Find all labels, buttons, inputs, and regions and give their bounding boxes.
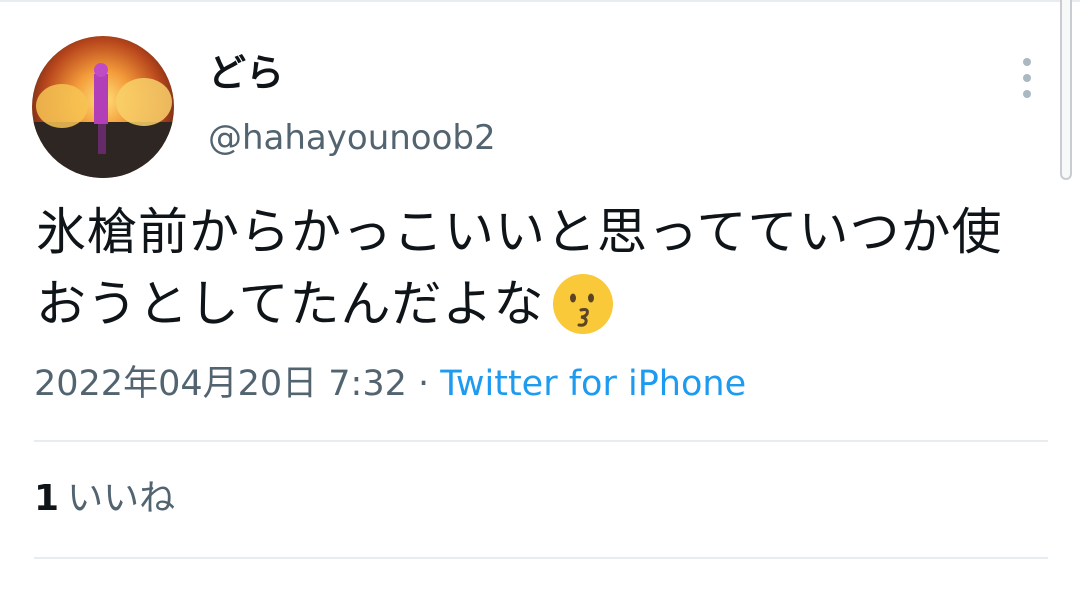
avatar[interactable] [32, 36, 174, 178]
meta-separator: · [418, 364, 430, 404]
scrollbar[interactable] [1060, 0, 1072, 180]
divider-top [34, 440, 1048, 442]
likes-label: いいね [67, 478, 176, 519]
likes-count: 1 [34, 478, 60, 519]
display-name[interactable]: どら [208, 50, 284, 96]
kissing-face-emoji-icon [551, 272, 615, 336]
divider-bottom [34, 557, 1048, 559]
tweet-body: 氷槍前からかっこいいと思ってていつか使おうとしてたんだよな [36, 203, 1003, 333]
tweet-meta: 2022年04月20日 7:32 · Twitter for iPhone [34, 360, 746, 408]
likes-row[interactable]: 1 いいね [34, 474, 175, 524]
tweet-text: 氷槍前からかっこいいと思ってていつか使おうとしてたんだよな [36, 196, 1046, 340]
user-handle[interactable]: @hahayounoob2 [208, 116, 496, 160]
more-options-icon[interactable] [1016, 58, 1038, 98]
top-border [0, 0, 1080, 2]
tweet-source-link[interactable]: Twitter for iPhone [440, 364, 746, 404]
tweet-date[interactable]: 2022年04月20日 7:32 [34, 364, 407, 404]
